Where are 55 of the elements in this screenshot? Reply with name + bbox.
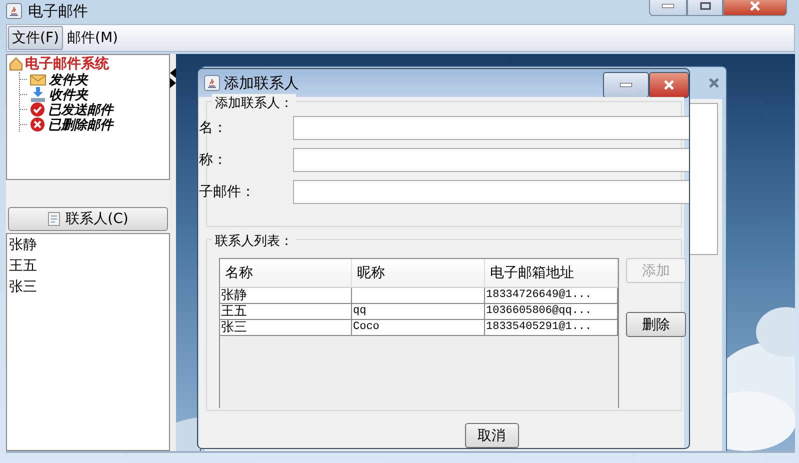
check-circle-icon [30, 102, 45, 117]
column-header[interactable]: 电子邮箱地址 [485, 259, 618, 288]
table-cell: 张三 [220, 320, 352, 336]
download-tray-icon [30, 87, 46, 102]
close-icon [663, 80, 675, 90]
tree-item[interactable]: 电子邮件系统 [25, 55, 109, 73]
java-icon [204, 75, 220, 91]
close-icon [708, 78, 720, 88]
field-label: 子邮件： [199, 183, 256, 201]
minimize-button[interactable] [649, 0, 687, 16]
close-icon [749, 1, 761, 11]
tree-item[interactable]: 发件夹 [49, 70, 88, 88]
column-header[interactable]: 昵称 [352, 259, 485, 288]
input-field[interactable] [293, 180, 689, 204]
cross-circle-icon [30, 117, 45, 132]
field-label: 名： [199, 119, 228, 137]
field-label: 称： [199, 151, 228, 169]
collapse-arrow-icon[interactable] [170, 68, 176, 78]
input-field[interactable] [293, 116, 689, 140]
card-icon [48, 212, 60, 226]
tree-item[interactable]: 已发送邮件 [48, 100, 113, 118]
contact-item[interactable]: 张三 [7, 278, 169, 299]
tree-item[interactable]: 已删除邮件 [48, 116, 113, 134]
input-field[interactable] [293, 148, 689, 172]
close-button[interactable] [723, 0, 787, 16]
envelope-icon [30, 74, 46, 86]
menu-item[interactable]: 邮件(M) [62, 26, 122, 50]
dialog-title: 添加联系人 [224, 74, 299, 92]
table-cell: 18334726649@1... [485, 288, 618, 304]
tree-item[interactable]: 收件夹 [49, 86, 88, 104]
window-title: 电子邮件 [28, 2, 88, 20]
column-header[interactable]: 名称 [220, 259, 352, 288]
contacts-button[interactable]: 联系人(C) [8, 207, 168, 231]
group-title: 联系人列表： [212, 232, 296, 250]
table-cell: 张静 [220, 288, 352, 304]
java-icon [6, 3, 22, 19]
minimize-button[interactable] [603, 72, 649, 98]
house-icon [9, 57, 23, 71]
table-cell: Coco [352, 320, 485, 336]
cancel-button[interactable]: 取消 [464, 423, 518, 448]
minimize-icon [620, 83, 632, 87]
table-cell: qq [352, 304, 485, 320]
group-title: 添加联系人： [212, 94, 296, 112]
contact-item[interactable]: 张静 [7, 236, 169, 257]
expand-arrow-icon[interactable] [170, 78, 176, 88]
menu-item[interactable]: 文件(F) [8, 26, 63, 50]
maximize-icon [700, 2, 710, 10]
delete-button[interactable]: 删除 [626, 312, 686, 337]
contact-item[interactable]: 王五 [7, 257, 169, 278]
table-cell: 18335405291@1... [485, 320, 618, 336]
maximize-button[interactable] [687, 0, 723, 16]
table-cell: 王五 [220, 304, 352, 320]
table-cell: 1036605806@qq... [485, 304, 618, 320]
minimize-icon [662, 4, 674, 8]
close-button[interactable] [649, 72, 689, 98]
